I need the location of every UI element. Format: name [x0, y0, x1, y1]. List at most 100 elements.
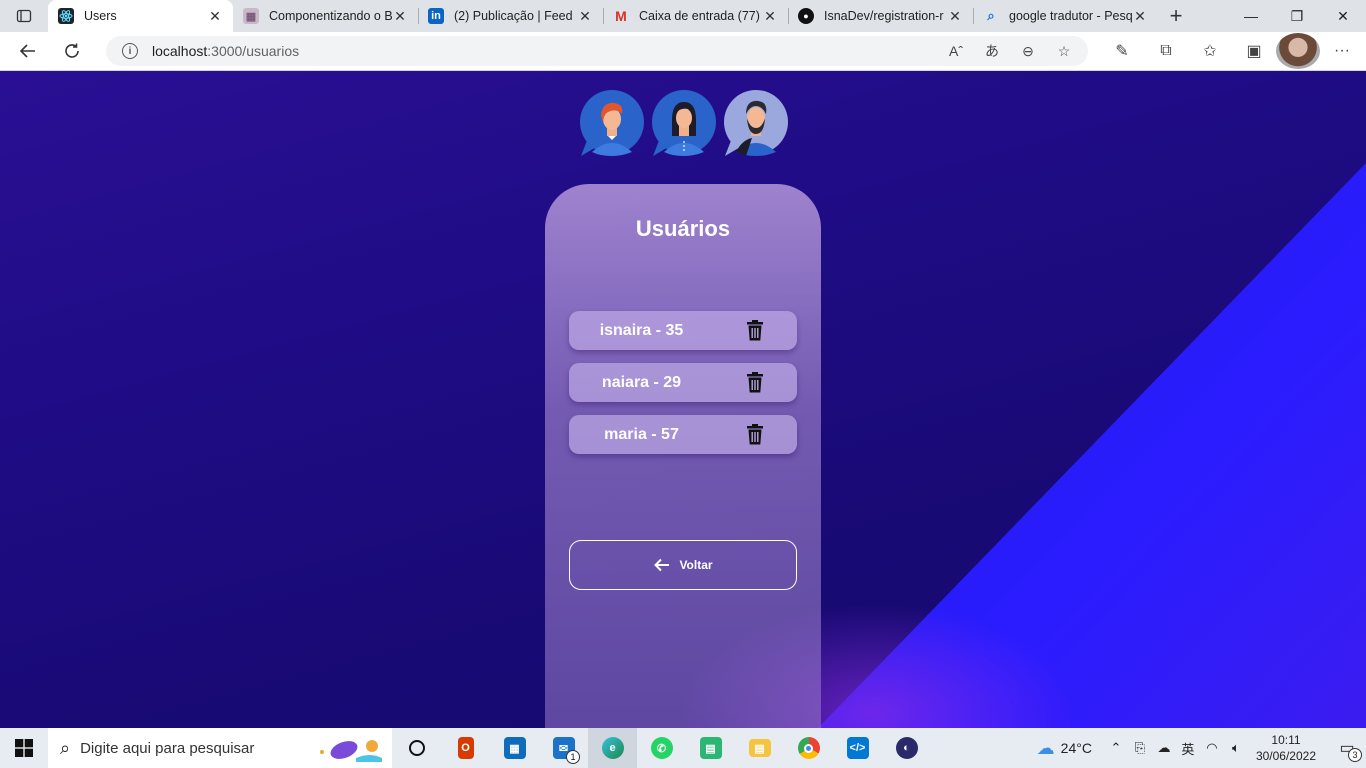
user-list-item: maria - 57 [569, 415, 797, 454]
tab-actions-icon [16, 9, 32, 23]
date: 30/06/2022 [1255, 749, 1316, 763]
read-aloud-icon[interactable]: Aˆ [940, 38, 972, 64]
favorites-icon[interactable]: ✩ [1188, 33, 1232, 69]
search-icon: ⌕ [60, 737, 71, 758]
users-card: Usuários isnaira - 35 naiara - 29 maria … [545, 184, 821, 728]
task-view-icon[interactable] [392, 728, 441, 768]
close-tab-icon[interactable]: ✕ [577, 8, 593, 25]
windows-logo-icon [15, 739, 33, 757]
profile-avatar[interactable] [1276, 33, 1320, 69]
avatar-woman-icon [652, 90, 716, 156]
notifications-icon[interactable]: ▭ 3 [1328, 728, 1366, 768]
user-label: naiara - 29 [601, 373, 682, 391]
tab-google-tradutor[interactable]: ⌕ google tradutor - Pesq ✕ [973, 0, 1158, 32]
user-label: isnaira - 35 [599, 321, 684, 339]
chrome-icon[interactable] [784, 728, 833, 768]
translate-icon[interactable]: あ [976, 38, 1008, 64]
trash-icon[interactable] [746, 424, 764, 445]
calendar-app-icon[interactable]: ▤ [686, 728, 735, 768]
tab-title: google tradutor - Pesq [1009, 9, 1132, 23]
back-arrow-icon[interactable] [6, 33, 50, 69]
zoom-out-icon[interactable]: ⊖ [1012, 38, 1044, 64]
weather-widget[interactable]: ☁ 24°C [1037, 738, 1092, 759]
cloud-icon: ☁ [1036, 737, 1055, 758]
trash-icon[interactable] [746, 372, 764, 393]
linkedin-icon: in [428, 8, 444, 24]
file-explorer-icon[interactable]: ▤ [735, 728, 784, 768]
system-tray: ☁ 24°C ⌃ ⎘ ☁ 英 ◠ 🔈︎ 10:11 30/06/2022 ▭ 3 [1037, 728, 1366, 768]
vscode-icon[interactable]: </> [833, 728, 882, 768]
volume-icon[interactable]: 🔈︎ [1224, 740, 1248, 756]
add-favorite-icon[interactable]: ☆ [1048, 38, 1080, 64]
tab-actions-button[interactable] [0, 0, 48, 32]
browser-tab-bar: Users ✕ ▦ Componentizando o B ✕ in (2) P… [0, 0, 1366, 32]
whatsapp-icon[interactable]: ✆ [637, 728, 686, 768]
windows-taskbar: ⌕ Digite aqui para pesquisar O ▦ ✉ 1 e ✆ … [0, 728, 1366, 768]
extensions-icon[interactable]: ⧉ [1144, 33, 1188, 69]
tab-linkedin[interactable]: in (2) Publicação | Feed | ✕ [418, 0, 603, 32]
time: 10:11 [1271, 733, 1301, 747]
back-button[interactable]: Voltar [569, 540, 797, 590]
page-title: Usuários [635, 216, 731, 241]
clock[interactable]: 10:11 30/06/2022 [1256, 732, 1316, 764]
refresh-icon[interactable] [50, 33, 94, 69]
avatar-redhead-icon [580, 90, 644, 156]
more-options-icon[interactable]: ··· [1320, 33, 1364, 69]
user-list-item: isnaira - 35 [569, 311, 797, 350]
notification-count: 3 [1348, 748, 1362, 762]
search-highlight-icon [320, 740, 382, 762]
meet-icon[interactable]: ⎘ [1128, 740, 1152, 756]
collections-icon[interactable]: ▣ [1232, 33, 1276, 69]
tab-github[interactable]: ● IsnaDev/registration-r ✕ [788, 0, 973, 32]
mail-icon[interactable]: ✉ 1 [539, 728, 588, 768]
chevron-up-icon[interactable]: ⌃ [1104, 740, 1128, 756]
store-icon[interactable]: ▦ [490, 728, 539, 768]
tab-users[interactable]: Users ✕ [48, 0, 233, 32]
avatar-group [578, 90, 788, 157]
close-tab-icon[interactable]: ✕ [762, 8, 778, 25]
tab-componentizando[interactable]: ▦ Componentizando o B ✕ [233, 0, 418, 32]
page-content: Usuários isnaira - 35 naiara - 29 maria … [0, 71, 1366, 728]
back-button-label: Voltar [679, 558, 713, 572]
github-icon: ● [798, 8, 814, 24]
tab-gmail[interactable]: M Caixa de entrada (77) ✕ [603, 0, 788, 32]
window-controls: — ❐ ✕ [1228, 0, 1366, 32]
tab-title: Caixa de entrada (77) [639, 9, 760, 23]
restore-icon[interactable]: ❐ [1274, 0, 1320, 32]
extension-pen-icon[interactable]: ✎ [1100, 33, 1144, 69]
site-info-icon[interactable]: i [122, 43, 138, 59]
user-list-item: naiara - 29 [569, 363, 797, 402]
new-tab-button[interactable]: + [1158, 0, 1194, 32]
close-tab-icon[interactable]: ✕ [1132, 8, 1148, 25]
tab-title: (2) Publicação | Feed | [454, 9, 577, 23]
mail-badge: 1 [566, 750, 580, 764]
language-icon[interactable]: 英 [1176, 739, 1200, 758]
taskbar-search[interactable]: ⌕ Digite aqui para pesquisar [48, 728, 392, 768]
close-window-icon[interactable]: ✕ [1320, 0, 1366, 32]
obs-icon[interactable]: ◐ [882, 728, 931, 768]
tab-title: IsnaDev/registration-r [824, 9, 944, 23]
close-tab-icon[interactable]: ✕ [392, 8, 408, 25]
arrow-left-icon [654, 558, 670, 572]
office-icon[interactable]: O [441, 728, 490, 768]
address-bar[interactable]: i localhost:3000/usuarios Aˆ あ ⊖ ☆ [106, 36, 1088, 66]
search-icon: ⌕ [987, 8, 995, 23]
trash-icon[interactable] [746, 320, 764, 341]
close-tab-icon[interactable]: ✕ [947, 8, 963, 25]
url-text: localhost:3000/usuarios [152, 43, 300, 59]
wifi-icon[interactable]: ◠ [1200, 740, 1224, 756]
minimize-icon[interactable]: — [1228, 0, 1274, 32]
close-tab-icon[interactable]: ✕ [207, 8, 223, 25]
doc-icon: ▦ [243, 8, 259, 24]
avatar-bearded-man-icon [724, 90, 788, 156]
browser-toolbar: i localhost:3000/usuarios Aˆ あ ⊖ ☆ ✎ ⧉ ✩… [0, 32, 1366, 71]
search-placeholder: Digite aqui para pesquisar [80, 739, 255, 757]
react-icon [58, 8, 74, 24]
temperature: 24°C [1060, 740, 1092, 756]
tab-title: Componentizando o B [269, 9, 392, 23]
gmail-icon: M [615, 8, 627, 24]
cloud-sync-icon[interactable]: ☁ [1152, 740, 1176, 756]
start-button[interactable] [0, 728, 48, 768]
tab-title: Users [84, 9, 117, 23]
edge-icon[interactable]: e [588, 728, 637, 768]
